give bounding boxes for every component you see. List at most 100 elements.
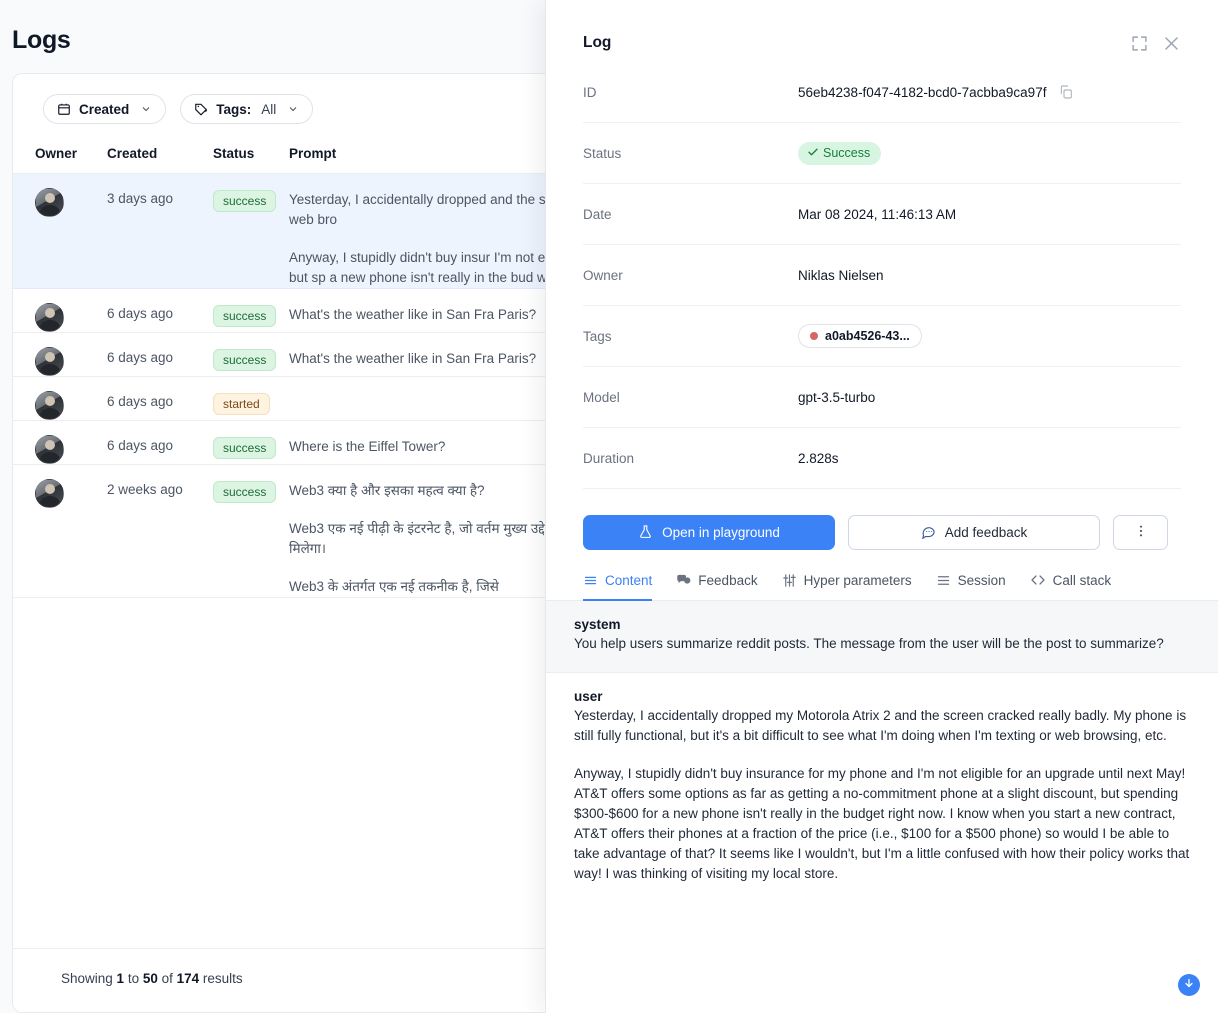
log-detail-panel: Log ID 56eb4238-f047-4182-bcd0-7acbba9ca9… xyxy=(545,0,1218,1013)
detail-row-duration: Duration 2.828s xyxy=(583,428,1181,489)
detail-row-id: ID 56eb4238-f047-4182-bcd0-7acbba9ca97f xyxy=(583,62,1181,123)
detail-value: 2.828s xyxy=(798,451,839,466)
cell-status: success xyxy=(213,173,289,289)
cell-status: started xyxy=(213,376,289,421)
detail-label: ID xyxy=(583,84,597,100)
cell-owner xyxy=(13,420,107,465)
tab-call-stack[interactable]: Call stack xyxy=(1030,572,1112,601)
detail-value: 56eb4238-f047-4182-bcd0-7acbba9ca97f xyxy=(798,84,1074,100)
cell-created: 6 days ago xyxy=(107,288,213,333)
cell-created: 6 days ago xyxy=(107,376,213,421)
detail-value: Success xyxy=(798,141,882,165)
message-role: system xyxy=(574,617,621,632)
cell-status: success xyxy=(213,332,289,377)
tag-icon xyxy=(194,102,208,116)
avatar xyxy=(35,347,64,376)
tab-label: Content xyxy=(605,572,653,588)
messages-container: system You help users summarize reddit po… xyxy=(546,601,1218,902)
more-options-button[interactable] xyxy=(1113,515,1168,550)
status-badge: success xyxy=(213,305,277,327)
cell-status: success xyxy=(213,464,289,598)
showing-suffix: results xyxy=(199,971,243,986)
detail-text: Mar 08 2024, 11:46:13 AM xyxy=(798,206,957,222)
avatar xyxy=(35,435,64,464)
message-body: You help users summarize reddit posts. T… xyxy=(574,634,1190,654)
detail-label: Tags xyxy=(583,328,612,344)
tab-label: Feedback xyxy=(698,572,758,588)
filter-tags[interactable]: Tags: All xyxy=(180,94,314,124)
detail-text: gpt-3.5-turbo xyxy=(798,389,876,405)
tab-label: Hyper parameters xyxy=(803,572,912,588)
status-badge: success xyxy=(213,349,277,371)
detail-value: Niklas Nielsen xyxy=(798,268,884,283)
detail-label: Duration xyxy=(583,450,635,466)
tab-label: Call stack xyxy=(1052,572,1112,588)
cell-created: 6 days ago xyxy=(107,420,213,465)
avatar xyxy=(35,188,64,217)
flask-icon xyxy=(638,524,653,542)
avatar xyxy=(35,479,64,508)
avatar xyxy=(35,303,64,332)
comment-icon xyxy=(921,524,936,542)
list-icon xyxy=(583,573,598,588)
message-paragraph: Anyway, I stupidly didn't buy insurance … xyxy=(574,766,1190,881)
detail-row-date: Date Mar 08 2024, 11:46:13 AM xyxy=(583,184,1181,245)
panel-header: Log xyxy=(546,0,1218,62)
close-icon[interactable] xyxy=(1162,34,1181,53)
detail-row-tags: Tags a0ab4526-43... xyxy=(583,306,1181,367)
message-system: system You help users summarize reddit po… xyxy=(546,601,1218,673)
showing-total: 174 xyxy=(176,971,200,986)
chat-bubbles-icon xyxy=(676,573,691,588)
app-root: Logs Created Tags: All Owner Created Sta… xyxy=(0,0,1218,1013)
detail-label: Status xyxy=(583,145,622,161)
cell-owner xyxy=(13,464,107,598)
filter-created[interactable]: Created xyxy=(43,94,167,124)
column-header-owner[interactable]: Owner xyxy=(13,146,107,174)
detail-text: Niklas Nielsen xyxy=(798,267,884,283)
detail-value: Mar 08 2024, 11:46:13 AM xyxy=(798,207,956,222)
check-icon xyxy=(807,146,819,161)
message-body: Yesterday, I accidentally dropped my Mot… xyxy=(574,706,1190,884)
cell-owner xyxy=(13,332,107,377)
panel-header-actions xyxy=(1131,34,1181,53)
detail-label: Owner xyxy=(583,267,623,283)
tab-content[interactable]: Content xyxy=(583,572,653,601)
detail-row-model: Model gpt-3.5-turbo xyxy=(583,367,1181,428)
scroll-down-button[interactable] xyxy=(1178,974,1200,996)
column-header-status[interactable]: Status xyxy=(213,146,289,174)
showing-mid2: of xyxy=(157,971,177,986)
cell-created: 6 days ago xyxy=(107,332,213,377)
expand-icon[interactable] xyxy=(1131,35,1148,52)
detail-fields: ID 56eb4238-f047-4182-bcd0-7acbba9ca97f St… xyxy=(546,62,1218,489)
panel-title: Log xyxy=(583,34,612,51)
detail-label: Date xyxy=(583,206,612,222)
add-feedback-button[interactable]: Add feedback xyxy=(848,515,1100,550)
column-header-created[interactable]: Created xyxy=(107,146,213,174)
cell-created: 3 days ago xyxy=(107,173,213,289)
tab-session[interactable]: Session xyxy=(936,572,1006,601)
more-vertical-icon xyxy=(1133,523,1149,542)
filter-tags-value: All xyxy=(261,101,277,117)
filter-tags-label: Tags: xyxy=(216,101,252,117)
add-feedback-label: Add feedback xyxy=(944,525,1028,540)
cell-owner xyxy=(13,288,107,333)
message-paragraph: Yesterday, I accidentally dropped my Mot… xyxy=(574,708,1187,743)
avatar xyxy=(35,391,64,420)
status-badge: started xyxy=(213,393,270,415)
showing-from: 1 xyxy=(116,971,125,986)
status-badge: success xyxy=(213,481,277,503)
panel-tabs: Content Feedback Hyper parameters Session Ca… xyxy=(546,550,1218,601)
showing-mid: to xyxy=(124,971,143,986)
tag-chip[interactable]: a0ab4526-43... xyxy=(798,324,922,348)
panel-action-buttons: Open in playground Add feedback xyxy=(546,489,1218,550)
detail-text: 2.828s xyxy=(798,450,839,466)
cell-status: success xyxy=(213,288,289,333)
chevron-down-icon xyxy=(287,103,299,115)
copy-icon[interactable] xyxy=(1058,84,1074,100)
tab-feedback[interactable]: Feedback xyxy=(676,572,758,601)
message-paragraph: You help users summarize reddit posts. T… xyxy=(574,636,1164,651)
open-in-playground-button[interactable]: Open in playground xyxy=(583,515,835,550)
code-icon xyxy=(1030,572,1046,588)
arrow-down-icon xyxy=(1183,976,1195,994)
tab-hyper-parameters[interactable]: Hyper parameters xyxy=(782,572,912,601)
